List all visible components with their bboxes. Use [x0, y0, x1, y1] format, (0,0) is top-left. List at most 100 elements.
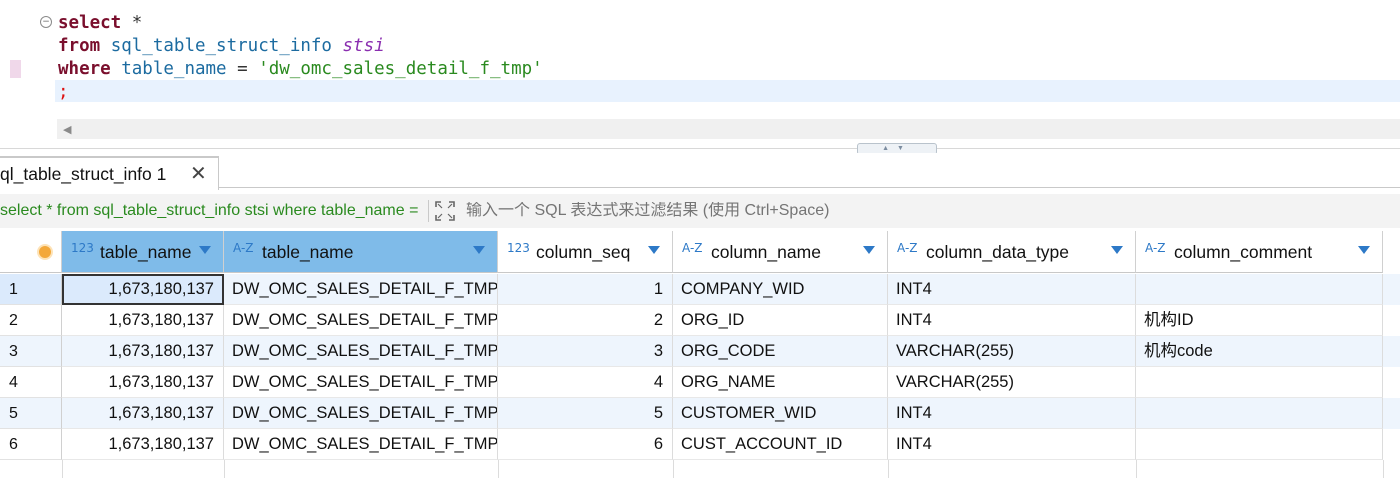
table-cell[interactable]: DW_OMC_SALES_DETAIL_F_TMP — [224, 336, 498, 367]
table-cell[interactable] — [1136, 274, 1383, 305]
table-cell[interactable]: CUST_ACCOUNT_ID — [673, 429, 888, 460]
record-mode-icon[interactable] — [39, 246, 51, 258]
row-number[interactable]: 4 — [0, 367, 62, 398]
row-number[interactable]: 6 — [0, 429, 62, 460]
sql-editor[interactable]: − select * from sql_table_struct_info sts… — [0, 0, 1400, 150]
table-cell[interactable]: INT4 — [888, 398, 1136, 429]
text-type-icon: A-Z — [233, 241, 254, 255]
results-tabbar: ql_table_struct_info 1 ✕ — [0, 153, 1400, 190]
table-row[interactable]: 2 1,673,180,137 DW_OMC_SALES_DETAIL_F_TMP 2… — [0, 305, 1400, 336]
sql-token: where — [58, 59, 111, 79]
sort-filter-icon[interactable] — [1358, 246, 1370, 254]
table-cell[interactable]: 1 — [498, 274, 673, 305]
sql-line[interactable]: where table_name = 'dw_omc_sales_detail_… — [58, 58, 543, 81]
sql-token: = — [226, 59, 259, 79]
row-number[interactable]: 5 — [0, 398, 62, 429]
column-header-column-comment[interactable]: A-Z column_comment — [1136, 231, 1383, 273]
table-cell[interactable]: ORG_CODE — [673, 336, 888, 367]
sql-token: * — [121, 13, 143, 33]
table-cell[interactable]: 4 — [498, 367, 673, 398]
table-cell[interactable] — [1136, 398, 1383, 429]
table-row[interactable]: 3 1,673,180,137 DW_OMC_SALES_DETAIL_F_TMP 3… — [0, 336, 1400, 367]
column-header-label: column_comment — [1174, 242, 1313, 262]
sort-filter-icon[interactable] — [199, 246, 211, 254]
table-cell[interactable]: 1,673,180,137 — [62, 398, 224, 429]
numeric-type-icon: 123 — [507, 241, 530, 255]
table-cell[interactable]: 5 — [498, 398, 673, 429]
table-cell[interactable]: DW_OMC_SALES_DETAIL_F_TMP — [224, 367, 498, 398]
filter-input[interactable] — [466, 202, 1366, 220]
table-cell[interactable]: 1,673,180,137 — [62, 336, 224, 367]
table-cell[interactable]: ORG_ID — [673, 305, 888, 336]
column-header-column-seq[interactable]: 123 column_seq — [498, 231, 673, 273]
table-cell[interactable]: 机构code — [1136, 336, 1383, 367]
tab-results-label: ql_table_struct_info 1 — [0, 164, 167, 184]
query-text: select * from sql_table_struct_info stsi… — [0, 202, 423, 219]
sort-filter-icon[interactable] — [1111, 246, 1123, 254]
table-cell[interactable]: ORG_NAME — [673, 367, 888, 398]
sql-token: stsi — [342, 36, 385, 56]
grid-line — [888, 460, 889, 478]
sql-line[interactable]: ; — [58, 81, 543, 104]
table-cell[interactable]: VARCHAR(255) — [888, 367, 1136, 398]
expand-icon[interactable] — [435, 201, 455, 221]
column-header-label: table_name — [262, 242, 354, 262]
table-row[interactable]: 5 1,673,180,137 DW_OMC_SALES_DETAIL_F_TMP 5… — [0, 398, 1400, 429]
table-row[interactable]: 6 1,673,180,137 DW_OMC_SALES_DETAIL_F_TMP 6… — [0, 429, 1400, 460]
table-cell[interactable]: 6 — [498, 429, 673, 460]
column-header-table-name[interactable]: A-Z table_name — [224, 231, 498, 273]
sql-token: select — [58, 13, 122, 33]
table-cell[interactable] — [1136, 429, 1383, 460]
grid-corner[interactable] — [0, 231, 62, 273]
splitter-line — [0, 148, 1400, 149]
table-cell[interactable]: DW_OMC_SALES_DETAIL_F_TMP — [224, 429, 498, 460]
close-icon[interactable]: ✕ — [190, 161, 207, 185]
row-number[interactable]: 3 — [0, 336, 62, 367]
table-cell[interactable]: 1,673,180,137 — [62, 274, 224, 305]
sort-filter-icon[interactable] — [473, 246, 485, 254]
table-cell[interactable]: 机构ID — [1136, 305, 1383, 336]
grid-line — [224, 460, 225, 478]
editor-horizontal-scrollbar[interactable]: ◀ — [57, 119, 1400, 139]
results-grid[interactable]: 123 table_name A-Z table_name 123 column_seq A… — [0, 231, 1400, 478]
sort-filter-icon[interactable] — [863, 246, 875, 254]
editor-gutter: − — [0, 0, 55, 150]
table-cell[interactable]: DW_OMC_SALES_DETAIL_F_TMP — [224, 305, 498, 336]
table-cell[interactable]: 1,673,180,137 — [62, 429, 224, 460]
sql-token: ; — [58, 82, 69, 102]
filter-separator — [428, 200, 429, 222]
table-cell[interactable]: 2 — [498, 305, 673, 336]
scroll-left-icon[interactable]: ◀ — [63, 123, 71, 136]
table-row[interactable]: 1 1,673,180,137 DW_OMC_SALES_DETAIL_F_TMP 1… — [0, 274, 1400, 305]
table-cell[interactable]: DW_OMC_SALES_DETAIL_F_TMP — [224, 398, 498, 429]
sql-code[interactable]: select * from sql_table_struct_info stsi w… — [58, 12, 543, 104]
sql-line[interactable]: from sql_table_struct_info stsi — [58, 35, 543, 58]
table-row[interactable]: 4 1,673,180,137 DW_OMC_SALES_DETAIL_F_TMP 4… — [0, 367, 1400, 398]
table-cell[interactable]: INT4 — [888, 305, 1136, 336]
row-number[interactable]: 1 — [0, 274, 62, 305]
table-cell[interactable]: INT4 — [888, 274, 1136, 305]
sort-filter-icon[interactable] — [648, 246, 660, 254]
table-cell[interactable]: 1,673,180,137 — [62, 305, 224, 336]
table-cell[interactable]: CUSTOMER_WID — [673, 398, 888, 429]
table-cell[interactable] — [1136, 367, 1383, 398]
column-header-label: column_data_type — [926, 242, 1070, 262]
row-number[interactable]: 2 — [0, 305, 62, 336]
table-cell[interactable]: 3 — [498, 336, 673, 367]
fold-toggle-icon[interactable]: − — [40, 16, 52, 28]
column-header-column-data-type[interactable]: A-Z column_data_type — [888, 231, 1136, 273]
column-header-table-name[interactable]: 123 table_name — [62, 231, 224, 273]
filter-bar: select * from sql_table_struct_info stsi… — [0, 194, 1400, 228]
text-type-icon: A-Z — [897, 241, 918, 255]
tab-results[interactable]: ql_table_struct_info 1 ✕ — [0, 156, 219, 190]
table-cell[interactable]: INT4 — [888, 429, 1136, 460]
table-cell[interactable]: COMPANY_WID — [673, 274, 888, 305]
column-header-column-name[interactable]: A-Z column_name — [673, 231, 888, 273]
table-cell[interactable]: VARCHAR(255) — [888, 336, 1136, 367]
table-cell[interactable]: DW_OMC_SALES_DETAIL_F_TMP — [224, 274, 498, 305]
table-cell[interactable]: 1,673,180,137 — [62, 367, 224, 398]
sql-line[interactable]: select * — [58, 12, 543, 35]
